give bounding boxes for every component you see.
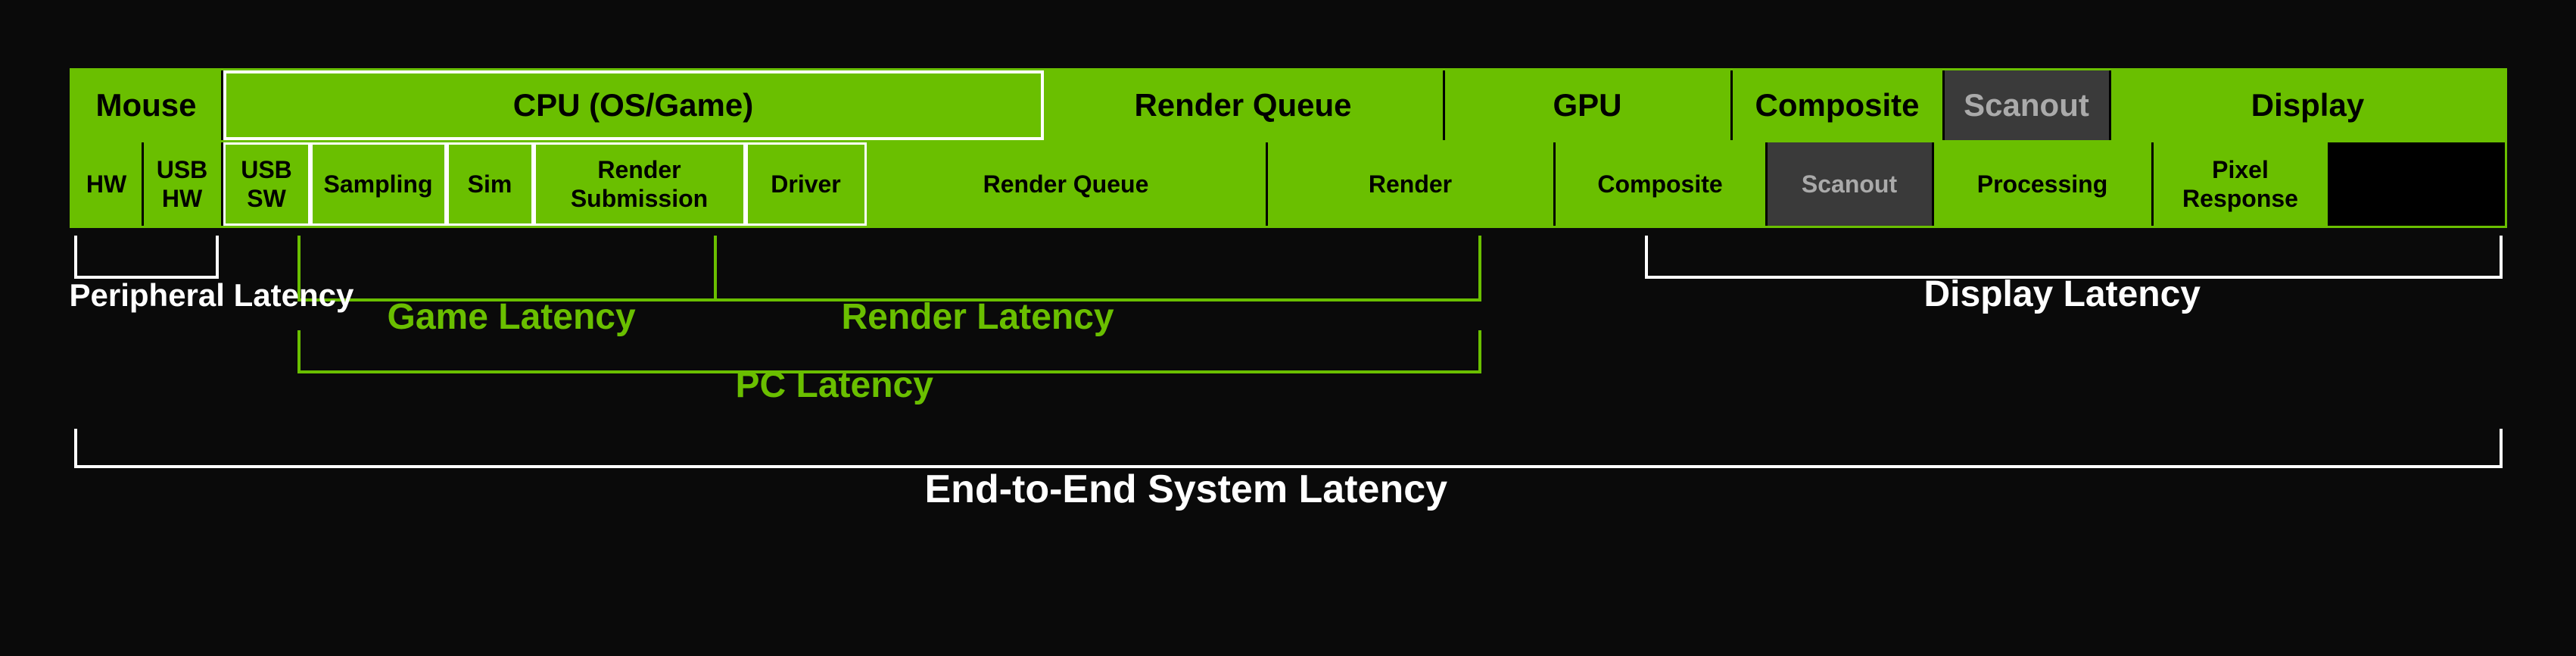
driver-cell: Driver (746, 142, 867, 226)
usb-hw-cell: USB HW (144, 142, 223, 226)
latency-diagram: Mouse CPU (OS/Game) Render Queue GPU Com… (39, 45, 2537, 611)
scanout-category: Scanout (1945, 70, 2111, 140)
pc-latency-label: PC Latency (736, 364, 933, 406)
render-queue-sub-cell: Render Queue (867, 142, 1268, 226)
hw-cell: HW (72, 142, 144, 226)
composite-sub-cell: Composite (1556, 142, 1768, 226)
sub-category-row: HW USB HW USB SW Sampling Sim Render Sub… (70, 142, 2507, 229)
render-queue-category: Render Queue (1044, 70, 1445, 140)
scanout-sub-cell: Scanout (1768, 142, 1934, 226)
top-category-row: Mouse CPU (OS/Game) Render Queue GPU Com… (70, 68, 2507, 142)
render-submission-cell: Render Submission (534, 142, 746, 226)
processing-cell: Processing (1934, 142, 2154, 226)
cpu-category: CPU (OS/Game) (223, 70, 1044, 140)
pixel-response-cell: Pixel Response (2154, 142, 2328, 226)
render-latency-label: Render Latency (842, 296, 1114, 338)
peripheral-latency-label: Peripheral Latency (70, 277, 354, 314)
mouse-category: Mouse (72, 70, 223, 140)
end-to-end-label: End-to-End System Latency (925, 467, 1448, 512)
brackets-section: Game Latency Render Latency Peripheral L… (70, 232, 2507, 565)
sim-cell: Sim (447, 142, 534, 226)
render-cell: Render (1268, 142, 1556, 226)
sampling-cell: Sampling (310, 142, 447, 226)
composite-category: Composite (1733, 70, 1945, 140)
display-category: Display (2111, 70, 2505, 140)
usb-sw-cell: USB SW (223, 142, 310, 226)
gpu-category: GPU (1445, 70, 1733, 140)
game-latency-label: Game Latency (388, 296, 636, 338)
display-latency-label: Display Latency (1924, 273, 2201, 315)
